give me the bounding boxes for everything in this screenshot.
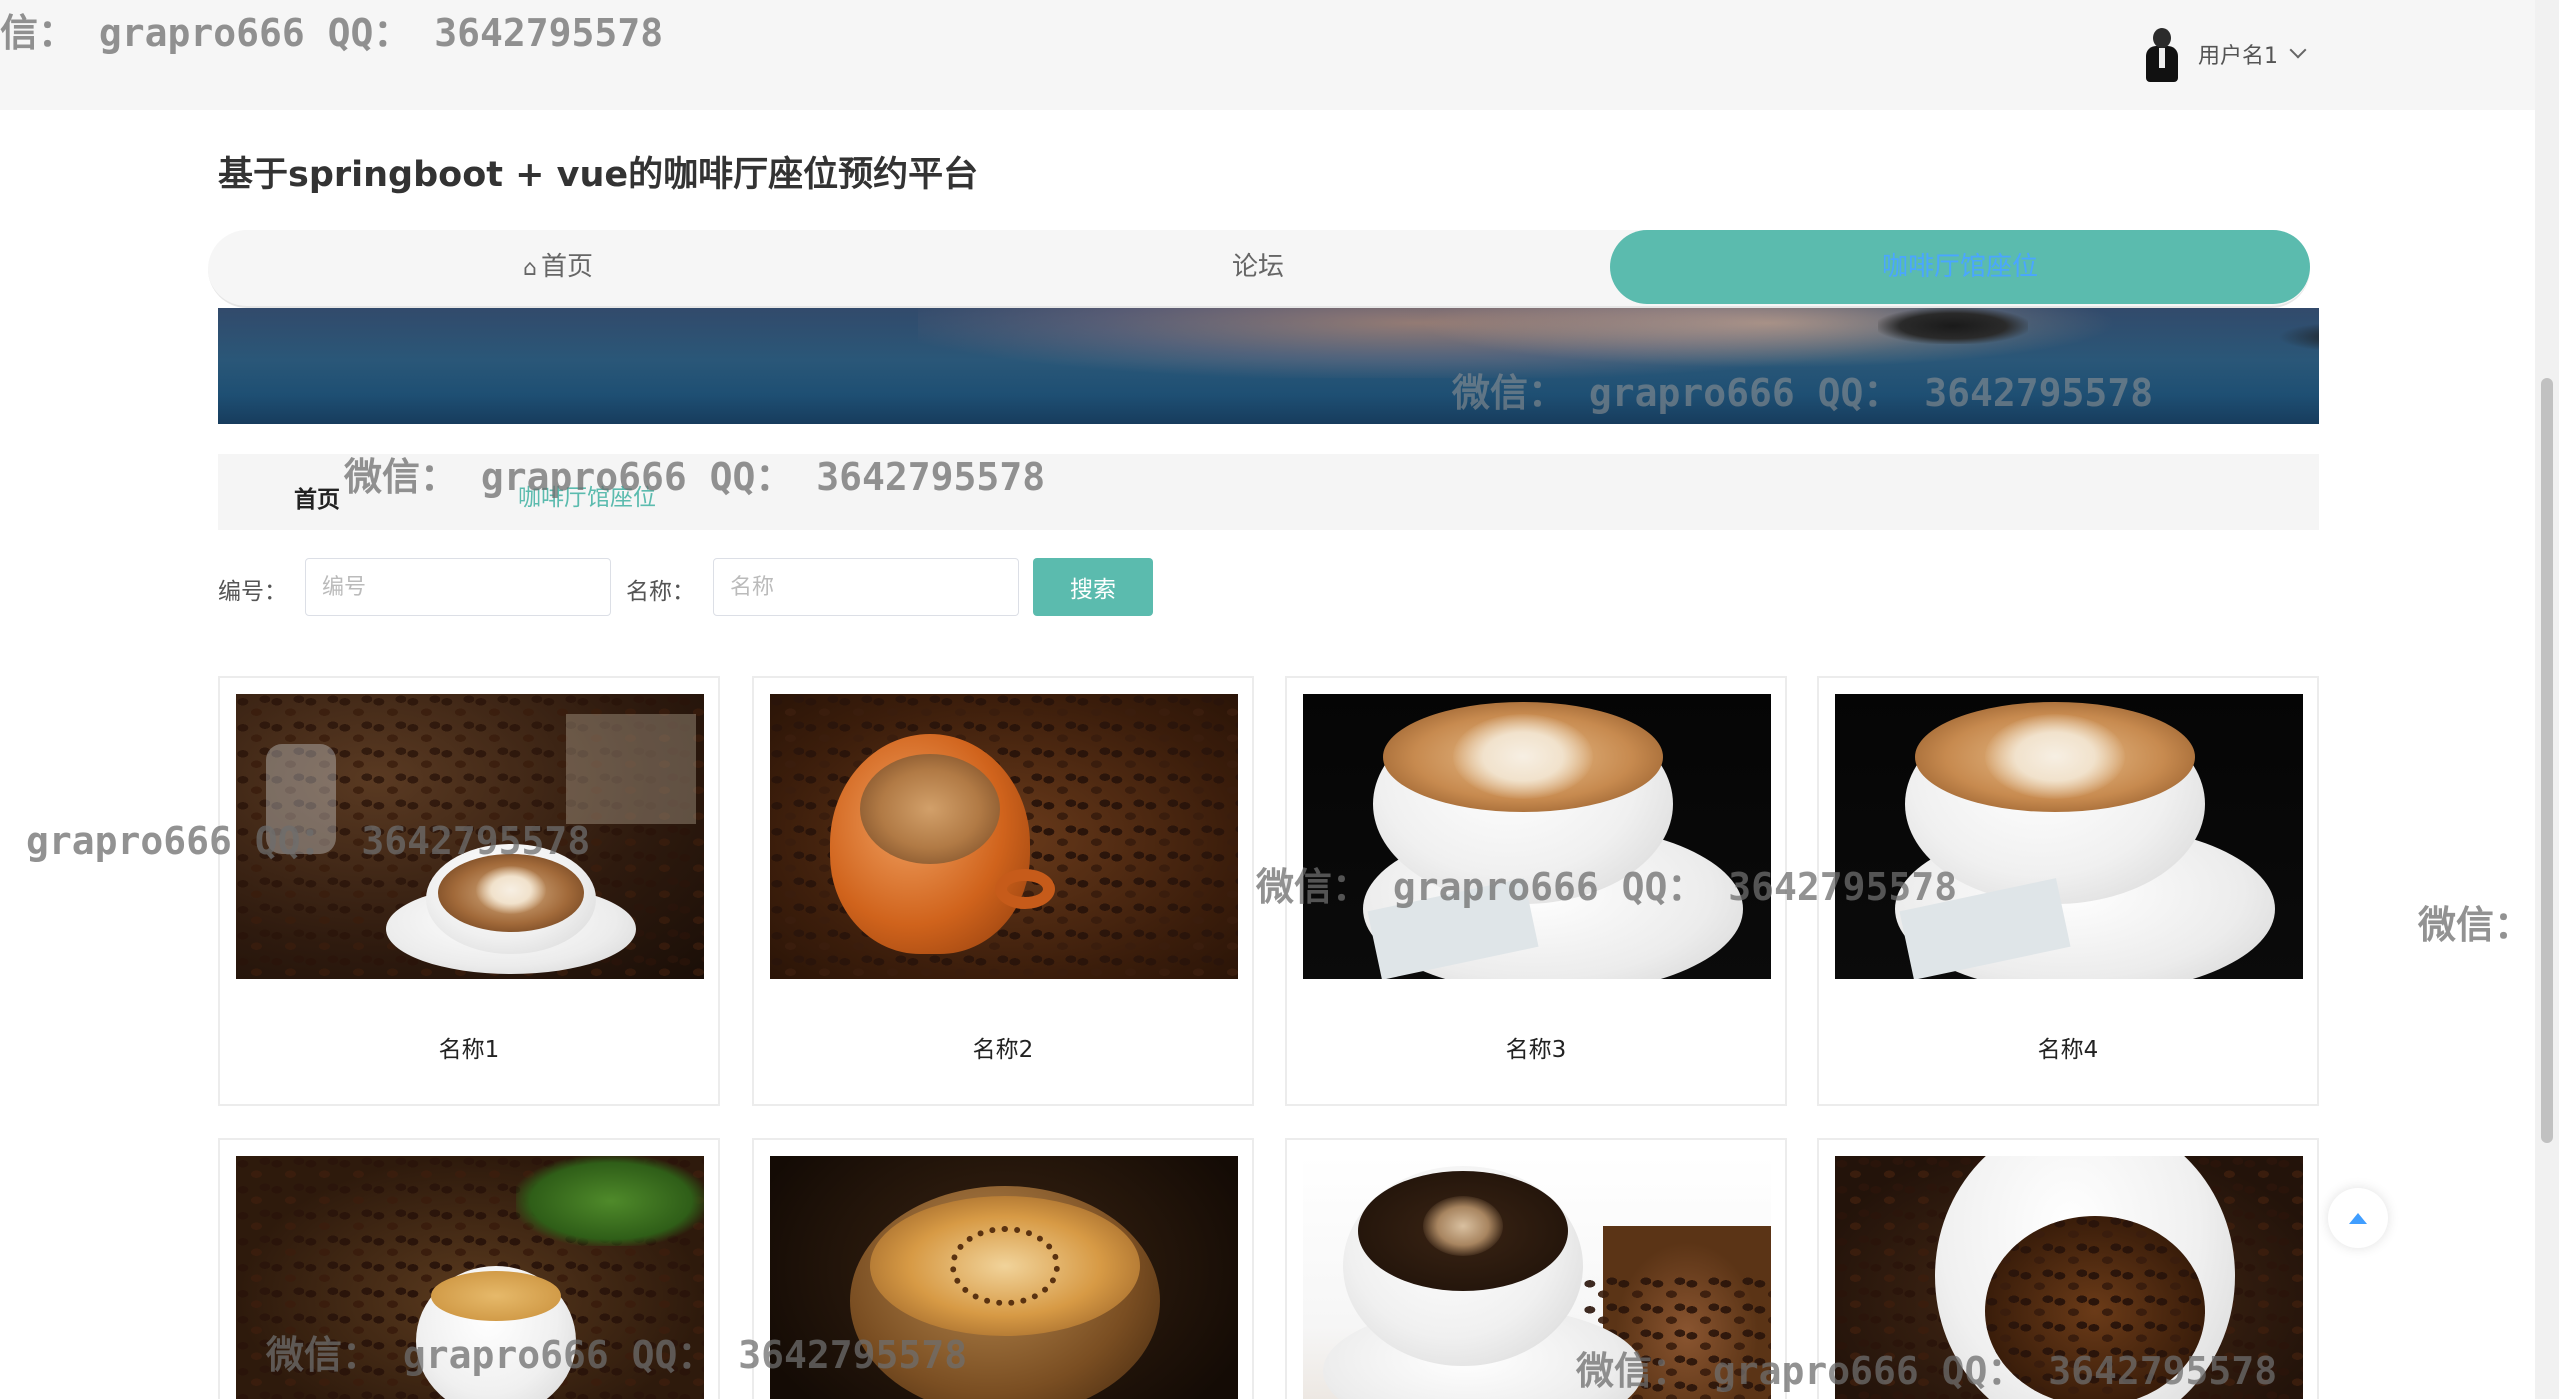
seat-card[interactable] bbox=[752, 1138, 1254, 1399]
seat-card[interactable] bbox=[1285, 1138, 1787, 1399]
breadcrumb-current: 咖啡厅馆座位 bbox=[518, 485, 656, 511]
name-label: 名称： bbox=[626, 579, 695, 605]
card-name: 名称4 bbox=[2037, 1037, 2099, 1063]
seat-card[interactable]: 名称2 bbox=[752, 676, 1254, 1106]
search-button[interactable]: 搜索 bbox=[1033, 558, 1153, 616]
card-image bbox=[236, 1156, 704, 1399]
id-label: 编号： bbox=[218, 579, 287, 605]
nav-item-home[interactable]: ⌂ 首页 bbox=[208, 230, 908, 304]
breadcrumb-home[interactable]: 首页 bbox=[294, 480, 340, 514]
card-image bbox=[770, 1156, 1238, 1399]
name-search-input[interactable] bbox=[713, 558, 1019, 616]
top-header: 用户名1 bbox=[0, 0, 2535, 110]
card-name: 名称1 bbox=[438, 1037, 500, 1063]
nav-item-forum[interactable]: 论坛 bbox=[908, 230, 1608, 304]
card-image bbox=[1303, 694, 1771, 979]
card-name: 名称3 bbox=[1505, 1037, 1567, 1063]
home-icon: ⌂ bbox=[523, 256, 537, 281]
card-name: 名称2 bbox=[972, 1037, 1034, 1063]
card-image bbox=[1835, 1156, 2303, 1399]
nav-item-label: 咖啡厅馆座位 bbox=[1881, 252, 2038, 282]
card-image bbox=[1303, 1156, 1771, 1399]
breadcrumb: 首页 咖啡厅馆座位 bbox=[218, 454, 2319, 530]
main-nav: ⌂ 首页 论坛 咖啡厅馆座位 bbox=[208, 230, 2310, 308]
card-image bbox=[770, 694, 1238, 979]
seat-card[interactable]: 名称3 bbox=[1285, 676, 1787, 1106]
nav-item-label: 首页 bbox=[540, 252, 593, 282]
user-menu[interactable]: 用户名1 bbox=[2140, 26, 2307, 82]
banner-image bbox=[218, 308, 2319, 424]
seat-card[interactable]: 名称4 bbox=[1817, 676, 2319, 1106]
username: 用户名1 bbox=[2198, 44, 2278, 69]
card-image bbox=[1835, 694, 2303, 979]
chevron-down-icon bbox=[2289, 41, 2307, 59]
site-title: 基于springboot + vue的咖啡厅座位预约平台 bbox=[218, 155, 979, 195]
seat-card[interactable]: 名称1 bbox=[218, 676, 720, 1106]
seat-card[interactable] bbox=[218, 1138, 720, 1399]
back-to-top-button[interactable] bbox=[2328, 1188, 2388, 1248]
nav-item-cafe-seats[interactable]: 咖啡厅馆座位 bbox=[1610, 230, 2310, 304]
scrollbar-thumb[interactable] bbox=[2541, 378, 2553, 1143]
arrow-up-icon bbox=[2349, 1212, 2367, 1224]
watermark: 微信： bbox=[2418, 903, 2533, 947]
page: 用户名1 基于springboot + vue的咖啡厅座位预约平台 ⌂ 首页 论坛… bbox=[0, 0, 2559, 1399]
nav-item-label: 论坛 bbox=[1231, 252, 1284, 282]
card-image bbox=[236, 694, 704, 979]
seat-card[interactable] bbox=[1817, 1138, 2319, 1399]
avatar bbox=[2140, 26, 2184, 82]
id-search-input[interactable] bbox=[305, 558, 611, 616]
